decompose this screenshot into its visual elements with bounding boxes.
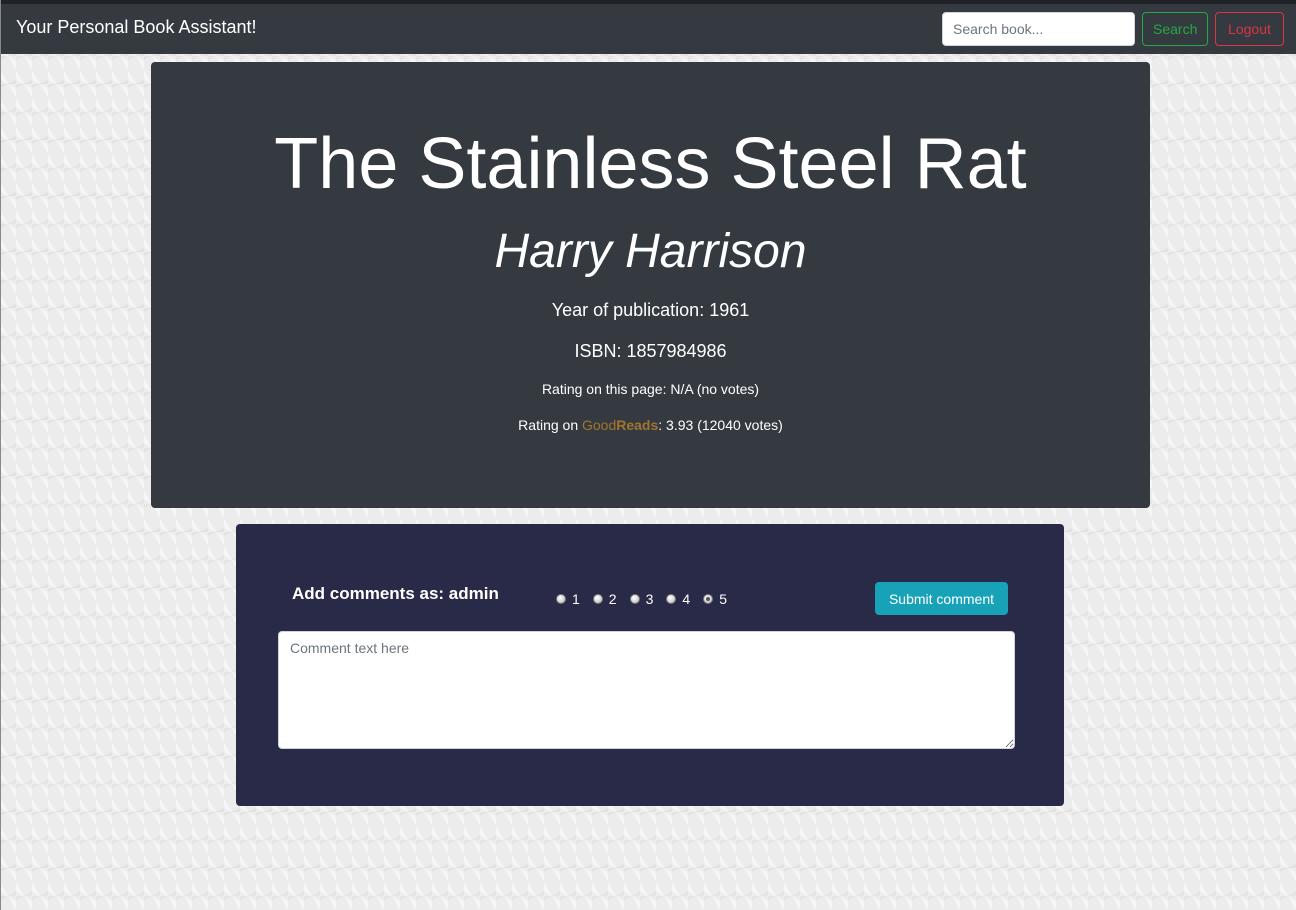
publication-year: Year of publication: 1961: [551, 300, 750, 320]
comment-heading: Add comments as: admin: [292, 584, 499, 603]
comment-textarea[interactable]: [278, 631, 1015, 749]
rating-label-4: 4: [682, 591, 691, 607]
rating-option-2[interactable]: 2: [592, 591, 617, 607]
goodreads-rating: Rating on GoodReads: 3.93 (12040 votes): [151, 417, 1150, 433]
comment-card: Add comments as: admin 1 2 3 4 5 Submit …: [236, 524, 1064, 806]
goodreads-rating-value: : 3.93 (12040 votes): [658, 417, 783, 433]
navbar: Your Personal Book Assistant! Search Log…: [1, 0, 1296, 54]
rating-label-2: 2: [608, 591, 617, 607]
rating-radio-5[interactable]: [703, 594, 714, 604]
goodreads-name-reads: Reads: [616, 417, 659, 433]
book-details-card: The Stainless Steel Rat Harry Harrison Y…: [151, 62, 1150, 508]
book-title: The Stainless Steel Rat: [274, 124, 1027, 204]
rating-label-1: 1: [572, 591, 580, 607]
rating-radio-1[interactable]: [556, 594, 566, 604]
page-rating: Rating on this page: N/A (no votes): [541, 381, 760, 397]
rating-radio-3[interactable]: [629, 594, 640, 604]
logout-button[interactable]: Logout: [1215, 12, 1284, 46]
book-author: Harry Harrison: [494, 225, 807, 278]
rating-option-4[interactable]: 4: [666, 591, 690, 607]
rating-radio-4[interactable]: [666, 594, 677, 604]
goodreads-name-good: Good: [582, 417, 617, 433]
isbn: ISBN: 1857984986: [574, 341, 727, 361]
rating-option-1[interactable]: 1: [556, 591, 580, 607]
rating-radio-2[interactable]: [592, 594, 603, 604]
goodreads-rating-prefix: Rating on: [518, 417, 582, 433]
submit-comment-button[interactable]: Submit comment: [875, 582, 1008, 615]
search-button[interactable]: Search: [1142, 12, 1208, 46]
rating-radio-group: 1 2 3 4 5: [556, 590, 740, 608]
rating-option-3[interactable]: 3: [629, 591, 654, 607]
rating-label-3: 3: [645, 591, 654, 607]
navbar-brand[interactable]: Your Personal Book Assistant!: [16, 17, 256, 38]
search-input[interactable]: [942, 12, 1135, 46]
rating-label-5: 5: [719, 591, 727, 607]
rating-option-5[interactable]: 5: [703, 591, 727, 607]
